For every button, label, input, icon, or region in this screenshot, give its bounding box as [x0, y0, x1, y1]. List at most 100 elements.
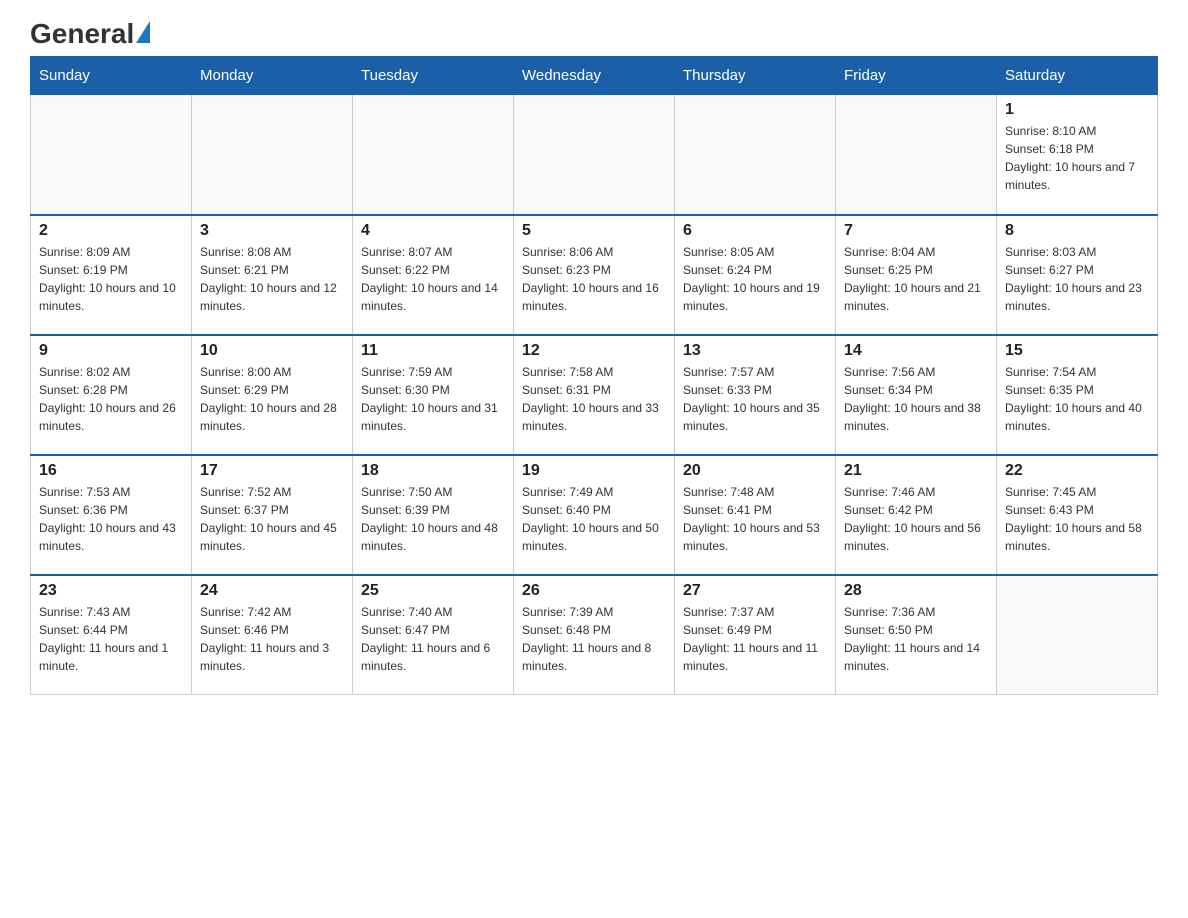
weekday-header: Sunday [31, 57, 192, 95]
calendar-cell: 8 Sunrise: 8:03 AMSunset: 6:27 PMDaylight… [997, 215, 1158, 335]
day-info: Sunrise: 7:56 AMSunset: 6:34 PMDaylight:… [844, 363, 988, 435]
day-info: Sunrise: 7:42 AMSunset: 6:46 PMDaylight:… [200, 603, 344, 675]
calendar-cell: 21 Sunrise: 7:46 AMSunset: 6:42 PMDayligh… [836, 455, 997, 575]
calendar-cell: 7 Sunrise: 8:04 AMSunset: 6:25 PMDaylight… [836, 215, 997, 335]
calendar-cell [997, 575, 1158, 695]
day-number: 15 [1005, 342, 1149, 360]
logo: General [30, 20, 150, 46]
calendar-cell: 23 Sunrise: 7:43 AMSunset: 6:44 PMDayligh… [31, 575, 192, 695]
day-number: 21 [844, 462, 988, 480]
calendar-cell [836, 95, 997, 215]
calendar-week-row: 23 Sunrise: 7:43 AMSunset: 6:44 PMDayligh… [31, 575, 1158, 695]
day-number: 4 [361, 222, 505, 240]
day-info: Sunrise: 7:40 AMSunset: 6:47 PMDaylight:… [361, 603, 505, 675]
day-number: 18 [361, 462, 505, 480]
day-info: Sunrise: 7:57 AMSunset: 6:33 PMDaylight:… [683, 363, 827, 435]
calendar-cell: 14 Sunrise: 7:56 AMSunset: 6:34 PMDayligh… [836, 335, 997, 455]
day-info: Sunrise: 7:43 AMSunset: 6:44 PMDaylight:… [39, 603, 183, 675]
day-number: 8 [1005, 222, 1149, 240]
day-number: 13 [683, 342, 827, 360]
calendar-cell: 6 Sunrise: 8:05 AMSunset: 6:24 PMDaylight… [675, 215, 836, 335]
day-info: Sunrise: 7:48 AMSunset: 6:41 PMDaylight:… [683, 483, 827, 555]
day-info: Sunrise: 7:53 AMSunset: 6:36 PMDaylight:… [39, 483, 183, 555]
day-info: Sunrise: 8:09 AMSunset: 6:19 PMDaylight:… [39, 243, 183, 315]
day-number: 16 [39, 462, 183, 480]
calendar-cell: 20Sunrise: 7:48 AMSunset: 6:41 PMDayligh… [675, 455, 836, 575]
day-number: 6 [683, 222, 827, 240]
calendar-cell: 4 Sunrise: 8:07 AMSunset: 6:22 PMDaylight… [353, 215, 514, 335]
day-number: 11 [361, 342, 505, 360]
day-number: 23 [39, 582, 183, 600]
calendar-cell: 9Sunrise: 8:02 AMSunset: 6:28 PMDaylight… [31, 335, 192, 455]
day-number: 7 [844, 222, 988, 240]
calendar-cell: 16 Sunrise: 7:53 AMSunset: 6:36 PMDayligh… [31, 455, 192, 575]
day-number: 27 [683, 582, 827, 600]
day-info: Sunrise: 7:49 AMSunset: 6:40 PMDaylight:… [522, 483, 666, 555]
day-number: 19 [522, 462, 666, 480]
day-info: Sunrise: 7:46 AMSunset: 6:42 PMDaylight:… [844, 483, 988, 555]
calendar-cell: 28Sunrise: 7:36 AMSunset: 6:50 PMDayligh… [836, 575, 997, 695]
day-info: Sunrise: 7:54 AMSunset: 6:35 PMDaylight:… [1005, 363, 1149, 435]
calendar-cell: 11 Sunrise: 7:59 AMSunset: 6:30 PMDayligh… [353, 335, 514, 455]
calendar-cell [31, 95, 192, 215]
day-info: Sunrise: 8:10 AMSunset: 6:18 PMDaylight:… [1005, 122, 1149, 194]
calendar-cell: 2 Sunrise: 8:09 AMSunset: 6:19 PMDaylight… [31, 215, 192, 335]
calendar-cell [353, 95, 514, 215]
day-number: 24 [200, 582, 344, 600]
day-number: 12 [522, 342, 666, 360]
calendar-week-row: 9Sunrise: 8:02 AMSunset: 6:28 PMDaylight… [31, 335, 1158, 455]
calendar-cell: 1 Sunrise: 8:10 AMSunset: 6:18 PMDaylight… [997, 95, 1158, 215]
day-number: 2 [39, 222, 183, 240]
weekday-header-row: SundayMondayTuesdayWednesdayThursdayFrid… [31, 57, 1158, 95]
calendar-week-row: 16 Sunrise: 7:53 AMSunset: 6:36 PMDayligh… [31, 455, 1158, 575]
day-number: 10 [200, 342, 344, 360]
day-number: 26 [522, 582, 666, 600]
day-info: Sunrise: 8:07 AMSunset: 6:22 PMDaylight:… [361, 243, 505, 315]
calendar-cell: 13 Sunrise: 7:57 AMSunset: 6:33 PMDayligh… [675, 335, 836, 455]
weekday-header: Friday [836, 57, 997, 95]
weekday-header: Monday [192, 57, 353, 95]
calendar-cell [514, 95, 675, 215]
calendar-cell: 10 Sunrise: 8:00 AMSunset: 6:29 PMDayligh… [192, 335, 353, 455]
day-info: Sunrise: 8:05 AMSunset: 6:24 PMDaylight:… [683, 243, 827, 315]
day-info: Sunrise: 8:08 AMSunset: 6:21 PMDaylight:… [200, 243, 344, 315]
logo-general: General [30, 20, 150, 48]
calendar-cell: 15 Sunrise: 7:54 AMSunset: 6:35 PMDayligh… [997, 335, 1158, 455]
calendar-cell: 19 Sunrise: 7:49 AMSunset: 6:40 PMDayligh… [514, 455, 675, 575]
day-number: 17 [200, 462, 344, 480]
calendar-cell: 27 Sunrise: 7:37 AMSunset: 6:49 PMDayligh… [675, 575, 836, 695]
day-info: Sunrise: 7:39 AMSunset: 6:48 PMDaylight:… [522, 603, 666, 675]
weekday-header: Wednesday [514, 57, 675, 95]
calendar-cell: 3 Sunrise: 8:08 AMSunset: 6:21 PMDaylight… [192, 215, 353, 335]
day-info: Sunrise: 7:52 AMSunset: 6:37 PMDaylight:… [200, 483, 344, 555]
day-info: Sunrise: 7:45 AMSunset: 6:43 PMDaylight:… [1005, 483, 1149, 555]
calendar-cell: 24 Sunrise: 7:42 AMSunset: 6:46 PMDayligh… [192, 575, 353, 695]
day-info: Sunrise: 7:36 AMSunset: 6:50 PMDaylight:… [844, 603, 988, 675]
day-info: Sunrise: 7:58 AMSunset: 6:31 PMDaylight:… [522, 363, 666, 435]
calendar-cell: 25 Sunrise: 7:40 AMSunset: 6:47 PMDayligh… [353, 575, 514, 695]
day-info: Sunrise: 7:50 AMSunset: 6:39 PMDaylight:… [361, 483, 505, 555]
day-info: Sunrise: 8:02 AMSunset: 6:28 PMDaylight:… [39, 363, 183, 435]
calendar-cell [675, 95, 836, 215]
logo-triangle-icon [136, 21, 150, 43]
day-info: Sunrise: 8:06 AMSunset: 6:23 PMDaylight:… [522, 243, 666, 315]
weekday-header: Tuesday [353, 57, 514, 95]
day-number: 1 [1005, 101, 1149, 119]
day-info: Sunrise: 7:37 AMSunset: 6:49 PMDaylight:… [683, 603, 827, 675]
day-number: 3 [200, 222, 344, 240]
calendar-week-row: 2 Sunrise: 8:09 AMSunset: 6:19 PMDaylight… [31, 215, 1158, 335]
day-info: Sunrise: 8:03 AMSunset: 6:27 PMDaylight:… [1005, 243, 1149, 315]
day-info: Sunrise: 7:59 AMSunset: 6:30 PMDaylight:… [361, 363, 505, 435]
day-info: Sunrise: 8:04 AMSunset: 6:25 PMDaylight:… [844, 243, 988, 315]
day-number: 25 [361, 582, 505, 600]
weekday-header: Saturday [997, 57, 1158, 95]
calendar-table: SundayMondayTuesdayWednesdayThursdayFrid… [30, 56, 1158, 695]
calendar-cell: 5Sunrise: 8:06 AMSunset: 6:23 PMDaylight… [514, 215, 675, 335]
day-info: Sunrise: 8:00 AMSunset: 6:29 PMDaylight:… [200, 363, 344, 435]
calendar-week-row: 1 Sunrise: 8:10 AMSunset: 6:18 PMDaylight… [31, 95, 1158, 215]
calendar-cell: 12 Sunrise: 7:58 AMSunset: 6:31 PMDayligh… [514, 335, 675, 455]
page-header: General [30, 20, 1158, 46]
calendar-cell: 17 Sunrise: 7:52 AMSunset: 6:37 PMDayligh… [192, 455, 353, 575]
weekday-header: Thursday [675, 57, 836, 95]
day-number: 14 [844, 342, 988, 360]
